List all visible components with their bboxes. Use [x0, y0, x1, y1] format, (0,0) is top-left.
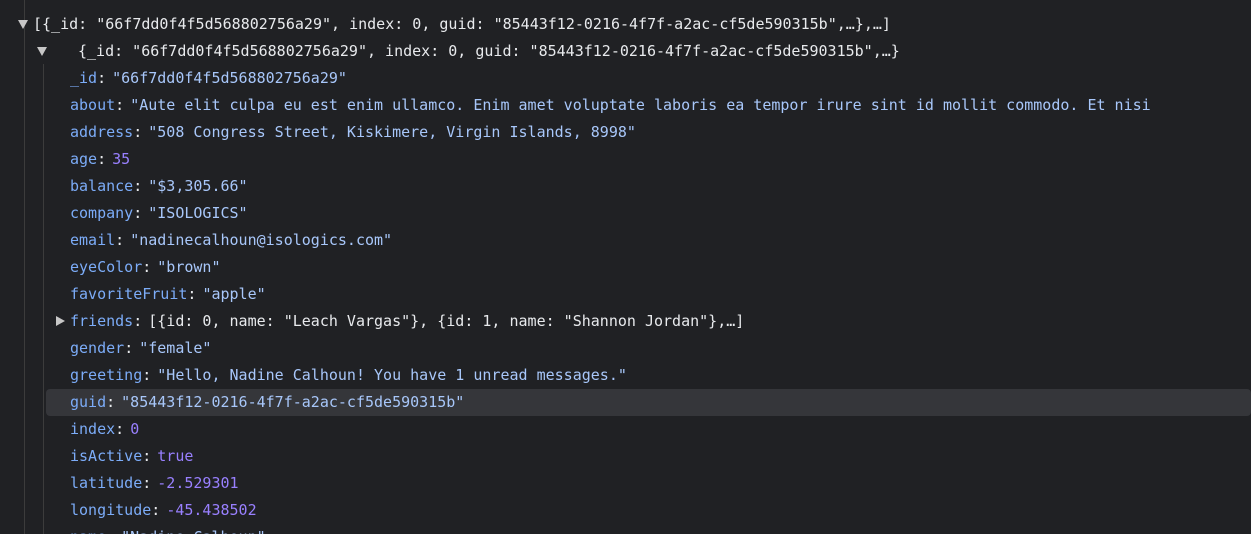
colon: : — [151, 501, 161, 519]
property-value: "female" — [139, 339, 212, 357]
property-value: "nadinecalhoun@isologics.com" — [130, 231, 393, 249]
tree-row-guid[interactable]: guid: "85443f12-0216-4f7f-a2ac-cf5de59031… — [46, 389, 1251, 416]
colon: : — [106, 393, 116, 411]
property-key: balance — [70, 177, 134, 195]
property-value: 35 — [112, 150, 131, 168]
property-value: "85443f12-0216-4f7f-a2ac-cf5de590315b" — [121, 393, 465, 411]
tree-row-longitude[interactable]: longitude: -45.438502 — [0, 497, 1251, 524]
tree-row-index[interactable]: index:0 — [0, 416, 1251, 443]
tree-row-latitude[interactable]: latitude: -2.529301 — [0, 470, 1251, 497]
tree-row-balance[interactable]: balance: "$3,305.66" — [0, 173, 1251, 200]
property-value: "$3,305.66" — [148, 177, 248, 195]
property-value: [{id: 0, name: "Leach Vargas"}, {id: 1, … — [148, 312, 745, 330]
property-value: "Aute elit culpa eu est enim ullamco. En… — [130, 96, 1151, 114]
property-key: favoriteFruit — [70, 285, 188, 303]
property-key: gender — [70, 339, 125, 357]
property-value: "Hello, Nadine Calhoun! You have 1 unrea… — [157, 366, 627, 384]
property-key: friends — [70, 312, 134, 330]
colon: : — [133, 123, 143, 141]
colon: : — [115, 231, 125, 249]
colon: : — [142, 258, 152, 276]
caret-collapsed-icon[interactable] — [56, 316, 65, 326]
colon: : — [142, 474, 152, 492]
tree-row-gender[interactable]: gender: "female" — [0, 335, 1251, 362]
property-key: age — [70, 150, 98, 168]
root-array-summary: [{_id: "66f7dd0f4f5d568802756a29", index… — [33, 15, 891, 33]
tree-row-item-0[interactable]: 0: {_id: "66f7dd0f4f5d568802756a29", ind… — [0, 38, 1251, 65]
property-key: eyeColor — [70, 258, 143, 276]
tree-row-email[interactable]: email: "nadinecalhoun@isologics.com" — [0, 227, 1251, 254]
tree-row-name[interactable]: name: "Nadine Calhoun" — [0, 524, 1251, 534]
colon: : — [142, 366, 152, 384]
tree-row-favoriteFruit[interactable]: favoriteFruit: "apple" — [0, 281, 1251, 308]
colon: : — [133, 204, 143, 222]
tree-row-about[interactable]: about: "Aute elit culpa eu est enim ullam… — [0, 92, 1251, 119]
property-value: "508 Congress Street, Kiskimere, Virgin … — [148, 123, 636, 141]
property-key: guid — [70, 393, 107, 411]
colon: : — [133, 177, 143, 195]
colon: : — [97, 69, 107, 87]
colon: : — [124, 339, 134, 357]
caret-expanded-icon[interactable] — [37, 47, 47, 56]
property-key: name — [70, 524, 106, 534]
tree-row-company[interactable]: company: "ISOLOGICS" — [0, 200, 1251, 227]
tree-row-address[interactable]: address: "508 Congress Street, Kiskimere,… — [0, 119, 1251, 146]
property-key: _id — [70, 69, 98, 87]
property-key: about — [70, 96, 116, 114]
property-key: address — [70, 123, 134, 141]
property-value: -45.438502 — [166, 501, 257, 519]
property-key: isActive — [70, 447, 143, 465]
tree-row-id[interactable]: _id: "66f7dd0f4f5d568802756a29" — [0, 65, 1251, 92]
caret-expanded-icon[interactable] — [18, 20, 28, 29]
colon: : — [133, 312, 143, 330]
property-key: email — [70, 231, 116, 249]
property-key: greeting — [70, 366, 143, 384]
property-key: company — [70, 204, 134, 222]
tree-row-isActive[interactable]: isActive: true — [0, 443, 1251, 470]
property-value: "Nadine Calhoun" — [121, 524, 266, 534]
item-0-summary: {_id: "66f7dd0f4f5d568802756a29", index:… — [78, 42, 900, 60]
property-value: "brown" — [157, 258, 221, 276]
property-value: "apple" — [202, 285, 266, 303]
colon: : — [97, 150, 107, 168]
tree-row-root[interactable]: [{_id: "66f7dd0f4f5d568802756a29", index… — [0, 11, 1251, 38]
colon: : — [115, 96, 125, 114]
colon: : — [115, 420, 125, 438]
tree-row-greeting[interactable]: greeting: "Hello, Nadine Calhoun! You hav… — [0, 362, 1251, 389]
property-value: 0 — [130, 420, 140, 438]
colon: : — [187, 285, 197, 303]
json-tree-viewer: [{_id: "66f7dd0f4f5d568802756a29", index… — [0, 0, 1251, 534]
tree-row-age[interactable]: age:35 — [0, 146, 1251, 173]
tree-row-eyeColor[interactable]: eyeColor: "brown" — [0, 254, 1251, 281]
property-value: "ISOLOGICS" — [148, 204, 248, 222]
property-value: -2.529301 — [157, 474, 239, 492]
property-value: "66f7dd0f4f5d568802756a29" — [112, 69, 347, 87]
colon: : — [142, 447, 152, 465]
tree-row-friends[interactable]: friends: [{id: 0, name: "Leach Vargas"}, … — [0, 308, 1251, 335]
colon: : — [106, 524, 115, 534]
property-value: true — [157, 447, 194, 465]
property-key: longitude — [70, 501, 152, 519]
property-key: latitude — [70, 474, 143, 492]
property-key: index — [70, 420, 116, 438]
